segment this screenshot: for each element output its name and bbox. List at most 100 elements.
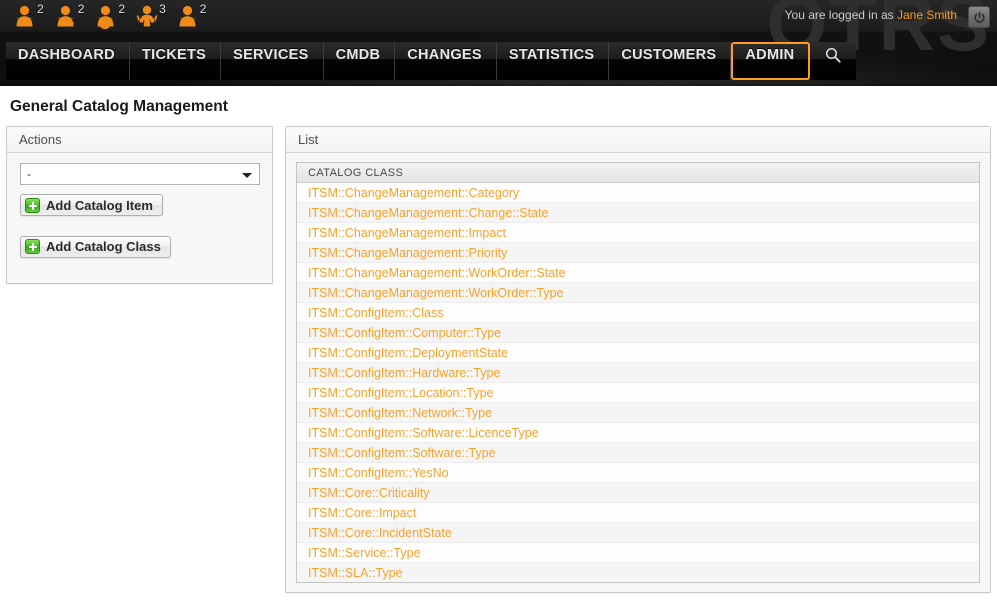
table-row[interactable]: ITSM::ConfigItem::Location::Type — [297, 383, 979, 403]
catalog-class-link[interactable]: ITSM::ConfigItem::Software::Type — [308, 446, 496, 460]
person-raised-hands-icon — [136, 3, 158, 29]
add-catalog-class-label: Add Catalog Class — [46, 239, 161, 254]
app-header: OTRS 22232 You are logged in as Jane Smi… — [0, 0, 997, 86]
catalog-class-link[interactable]: ITSM::ConfigItem::Class — [308, 306, 443, 320]
catalog-class-link[interactable]: ITSM::ConfigItem::Location::Type — [308, 386, 494, 400]
catalog-class-table: CATALOG CLASS ITSM::ChangeManagement::Ca… — [296, 162, 980, 583]
catalog-class-link[interactable]: ITSM::ChangeManagement::Change::State — [308, 206, 548, 220]
toolbar-item-count: 2 — [78, 2, 85, 16]
chevron-down-icon — [242, 173, 252, 178]
nav-item-dashboard[interactable]: DASHBOARD — [6, 42, 130, 80]
catalog-class-link[interactable]: ITSM::Core::Criticality — [308, 486, 430, 500]
table-row[interactable]: ITSM::ConfigItem::Computer::Type — [297, 323, 979, 343]
list-panel-header: List — [286, 127, 990, 153]
nav-item-label: CHANGES — [407, 47, 482, 63]
page-title: General Catalog Management — [10, 98, 228, 116]
catalog-class-select[interactable]: - — [20, 163, 260, 185]
catalog-class-link[interactable]: ITSM::ChangeManagement::Category — [308, 186, 519, 200]
catalog-class-link[interactable]: ITSM::ChangeManagement::Impact — [308, 226, 506, 240]
nav-item-cmdb[interactable]: CMDB — [324, 42, 396, 80]
add-catalog-class-button[interactable]: Add Catalog Class — [20, 236, 171, 258]
login-prefix: You are logged in as — [785, 8, 897, 22]
nav-item-label: SERVICES — [233, 47, 308, 63]
person-icon — [177, 3, 199, 29]
add-catalog-item-button[interactable]: Add Catalog Item — [20, 194, 163, 216]
catalog-class-select-value: - — [27, 167, 31, 181]
power-glyph — [973, 11, 986, 24]
catalog-class-link[interactable]: ITSM::Core::Impact — [308, 506, 416, 520]
nav-shadow — [0, 84, 997, 86]
table-body: ITSM::ChangeManagement::CategoryITSM::Ch… — [297, 183, 979, 583]
table-row[interactable]: ITSM::Core::Impact — [297, 503, 979, 523]
nav-item-customers[interactable]: CUSTOMERS — [609, 42, 731, 80]
toolbar-item-count: 2 — [200, 2, 207, 16]
login-username[interactable]: Jane Smith — [897, 8, 957, 22]
plus-icon — [25, 239, 40, 254]
nav-item-services[interactable]: SERVICES — [221, 42, 323, 80]
person-icon — [14, 3, 36, 29]
nav-item-changes[interactable]: CHANGES — [395, 42, 497, 80]
table-row[interactable]: ITSM::ConfigItem::DeploymentState — [297, 343, 979, 363]
person-star-icon — [55, 3, 77, 29]
nav-item-label: CUSTOMERS — [621, 47, 716, 63]
nav-item-label: TICKETS — [142, 47, 206, 63]
catalog-class-link[interactable]: ITSM::ConfigItem::Network::Type — [308, 406, 492, 420]
table-row[interactable]: ITSM::ConfigItem::Network::Type — [297, 403, 979, 423]
catalog-class-link[interactable]: ITSM::ConfigItem::Hardware::Type — [308, 366, 500, 380]
table-row[interactable]: ITSM::ChangeManagement::Impact — [297, 223, 979, 243]
toolbar-item-count: 2 — [118, 2, 125, 16]
toolbar-item-1[interactable]: 2 — [55, 3, 85, 31]
toolbar-item-4[interactable]: 2 — [177, 3, 207, 31]
toolbar-item-3[interactable]: 3 — [136, 3, 166, 31]
actions-panel: Actions - Add Catalog Item Add Catalog C… — [6, 126, 273, 284]
nav-item-label: DASHBOARD — [18, 47, 115, 63]
toolbar-item-2[interactable]: 2 — [95, 3, 125, 31]
catalog-class-link[interactable]: ITSM::Service::Type — [308, 546, 421, 560]
catalog-class-link[interactable]: ITSM::ChangeManagement::WorkOrder::Type — [308, 286, 563, 300]
toolbar-item-count: 3 — [159, 2, 166, 16]
plus-icon — [25, 198, 40, 213]
table-row[interactable]: ITSM::ConfigItem::Software::Type — [297, 443, 979, 463]
search-icon — [824, 46, 842, 64]
table-row[interactable]: ITSM::ChangeManagement::WorkOrder::State — [297, 263, 979, 283]
login-info: You are logged in as Jane Smith — [785, 8, 957, 22]
catalog-class-link[interactable]: ITSM::ConfigItem::DeploymentState — [308, 346, 508, 360]
header-toolbar: 2 2 2 3 2 — [14, 3, 217, 33]
catalog-class-link[interactable]: ITSM::ChangeManagement::Priority — [308, 246, 507, 260]
nav-item-admin[interactable]: ADMIN — [731, 42, 810, 80]
catalog-class-link[interactable]: ITSM::ConfigItem::YesNo — [308, 466, 449, 480]
table-row[interactable]: ITSM::ChangeManagement::Change::State — [297, 203, 979, 223]
catalog-class-link[interactable]: ITSM::ChangeManagement::WorkOrder::State — [308, 266, 566, 280]
catalog-class-link[interactable]: ITSM::ConfigItem::Computer::Type — [308, 326, 501, 340]
catalog-class-link[interactable]: ITSM::ConfigItem::Software::LicenceType — [308, 426, 539, 440]
person-refresh-icon — [95, 3, 117, 29]
table-row[interactable]: ITSM::ChangeManagement::Priority — [297, 243, 979, 263]
table-row[interactable]: ITSM::Core::IncidentState — [297, 523, 979, 543]
table-row[interactable]: ITSM::ChangeManagement::Category — [297, 183, 979, 203]
catalog-class-link[interactable]: ITSM::SLA::Type — [308, 566, 402, 580]
toolbar-item-count: 2 — [37, 2, 44, 16]
power-icon[interactable] — [968, 6, 990, 28]
actions-panel-body: - Add Catalog Item Add Catalog Class — [7, 153, 272, 259]
table-row[interactable]: ITSM::ConfigItem::Hardware::Type — [297, 363, 979, 383]
catalog-class-link[interactable]: ITSM::Core::IncidentState — [308, 526, 452, 540]
table-row[interactable]: ITSM::ChangeManagement::WorkOrder::Type — [297, 283, 979, 303]
table-row[interactable]: ITSM::ConfigItem::Software::LicenceType — [297, 423, 979, 443]
add-catalog-item-label: Add Catalog Item — [46, 198, 153, 213]
table-row[interactable]: ITSM::ConfigItem::YesNo — [297, 463, 979, 483]
nav-item-label: ADMIN — [745, 47, 794, 63]
actions-panel-header: Actions — [7, 127, 272, 153]
nav-item-statistics[interactable]: STATISTICS — [497, 42, 609, 80]
nav-item-label: CMDB — [336, 47, 381, 63]
main-navigation: DASHBOARD TICKETS SERVICES CMDB CHANGES STATI… — [6, 42, 856, 80]
nav-item-label: STATISTICS — [509, 47, 594, 63]
table-row[interactable]: ITSM::ConfigItem::Class — [297, 303, 979, 323]
table-row[interactable]: ITSM::SLA::Type — [297, 563, 979, 583]
table-row[interactable]: ITSM::Service::Type — [297, 543, 979, 563]
table-column-header: CATALOG CLASS — [297, 163, 979, 183]
table-row[interactable]: ITSM::Core::Criticality — [297, 483, 979, 503]
nav-search-button[interactable] — [810, 42, 856, 80]
nav-item-tickets[interactable]: TICKETS — [130, 42, 221, 80]
list-panel: List CATALOG CLASS ITSM::ChangeManagemen… — [285, 126, 991, 593]
toolbar-item-0[interactable]: 2 — [14, 3, 44, 31]
